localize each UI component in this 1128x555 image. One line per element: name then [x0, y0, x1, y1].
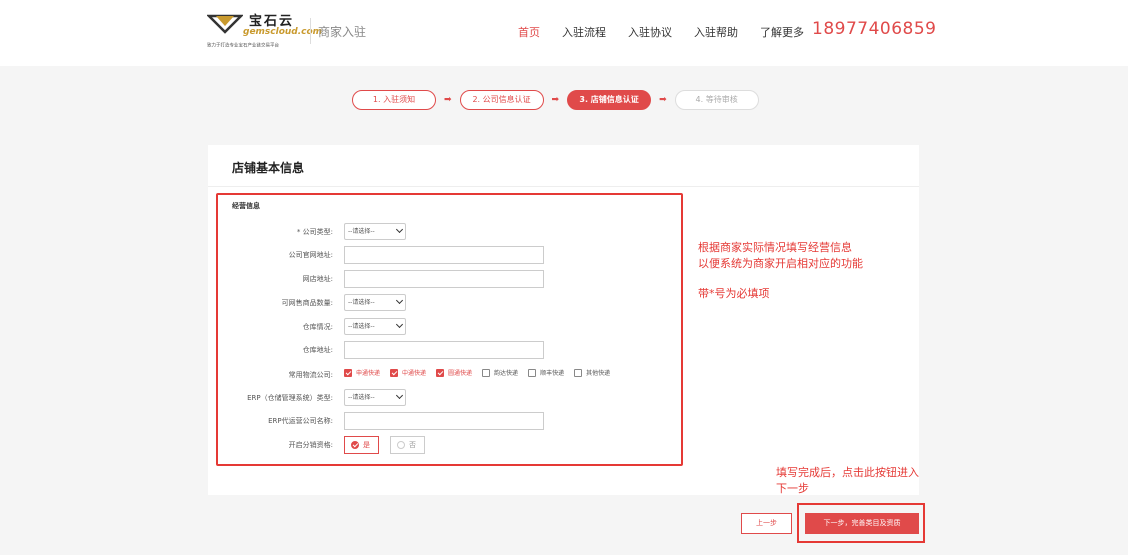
form-row-distribution: 开启分销资格: 是 否 [216, 436, 683, 454]
warehouse-address-label: 仓库地址: [302, 346, 333, 354]
logistics-label: 常用物流公司: [288, 371, 333, 379]
chevron-down-icon [395, 391, 404, 400]
annotation-line: 填写完成后，点击此按钮进入 [776, 466, 919, 479]
header-subtitle: 商家入驻 [318, 25, 367, 39]
checkbox-checked-icon [436, 368, 445, 377]
checkbox-checked-icon [344, 368, 352, 377]
erp-company-input[interactable] [344, 412, 544, 430]
company-type-select[interactable]: --请选择-- [344, 223, 406, 240]
contact-phone: 18977406859 [812, 19, 937, 39]
site-logo[interactable]: 宝石云 gemscloud.com 致力于打造专业宝石产业链交易平台 [207, 10, 322, 54]
annotation-line: 下一步 [776, 482, 809, 495]
goods-count-select[interactable]: --请选择-- [344, 294, 406, 311]
checkbox-label: 韵达快递 [494, 370, 519, 377]
distribution-label: 开启分销资格: [288, 441, 333, 449]
step-4: 4. 等待审核 [674, 90, 759, 110]
nav-process[interactable]: 入驻流程 [562, 24, 606, 40]
erp-type-select[interactable]: --请选择-- [344, 389, 406, 406]
annotation-line: 以便系统为商家开启相对应的功能 [698, 257, 863, 270]
step-2: 2. 公司信息认证 [459, 90, 544, 110]
checkbox-yto[interactable]: 圆通快递 [436, 368, 472, 377]
form-row-company-type: * 公司类型: --请选择-- [216, 223, 683, 241]
chevron-down-icon [395, 225, 404, 234]
progress-steps: 1. 入驻须知 ➡ 2. 公司信息认证 ➡ 3. 店铺信息认证 ➡ 4. 等待审… [352, 90, 759, 110]
form-row-logistics: 常用物流公司: 申通快递 中通快递 圆通快递 韵达快递 顺丰快递 其他快递 [216, 366, 683, 384]
section-label: 经营信息 [232, 202, 260, 210]
checkbox-sf[interactable]: 顺丰快递 [528, 368, 564, 377]
site-header: 宝石云 gemscloud.com 致力于打造专业宝石产业链交易平台 商家入驻 … [0, 0, 1128, 66]
annotation-required: 带*号为必填项 [698, 287, 770, 300]
logistics-checkboxes: 申通快递 中通快递 圆通快递 韵达快递 顺丰快递 其他快递 [344, 368, 620, 377]
form-row-erp-company: ERP代运营公司名称: [216, 412, 683, 430]
distribution-no-radio[interactable]: 否 [390, 436, 425, 454]
company-type-label: * 公司类型: [296, 228, 333, 236]
header-divider [310, 18, 311, 44]
step-arrow-icon: ➡ [551, 95, 560, 105]
checkbox-label: 顺丰快递 [540, 370, 565, 377]
chevron-down-icon [395, 296, 404, 305]
select-value: --请选择-- [348, 394, 375, 401]
form-row-shop: 网店地址: [216, 270, 683, 288]
step-arrow-icon: ➡ [444, 95, 452, 105]
step-1: 1. 入驻须知 [352, 90, 436, 110]
website-label: 公司官网地址: [288, 251, 333, 259]
checkbox-label: 其他快递 [586, 370, 611, 377]
form-row-warehouse: 仓库情况: --请选择-- [216, 318, 683, 336]
distribution-yes-radio[interactable]: 是 [344, 436, 379, 454]
radio-label: 是 [363, 441, 370, 449]
next-step-button[interactable]: 下一步，完善类目及资质 [805, 513, 919, 534]
annotation-fill-info: 根据商家实际情况填写经营信息 以便系统为商家开启相对应的功能 [698, 240, 863, 272]
chevron-down-icon [395, 320, 404, 329]
form-row-goods-count: 可网售商品数量: --请选择-- [216, 294, 683, 312]
main-nav: 首页 入驻流程 入驻协议 入驻帮助 了解更多 [518, 24, 826, 40]
form-row-warehouse-address: 仓库地址: [216, 341, 683, 359]
checkbox-label: 中通快递 [402, 370, 427, 377]
shop-address-label: 网店地址: [302, 275, 333, 283]
radio-label: 否 [409, 441, 416, 449]
step-arrow-icon: ➡ [659, 95, 667, 105]
checkbox-checked-icon [390, 368, 399, 377]
select-value: --请选择-- [348, 323, 375, 330]
annotation-line: 根据商家实际情况填写经营信息 [698, 241, 852, 254]
warehouse-label: 仓库情况: [302, 323, 333, 331]
checkbox-label: 申通快递 [356, 370, 381, 377]
checkbox-label: 圆通快递 [448, 370, 473, 377]
select-value: --请选择-- [348, 228, 375, 235]
radio-checked-icon [351, 441, 359, 449]
shop-address-input[interactable] [344, 270, 544, 288]
website-input[interactable] [344, 246, 544, 264]
radio-empty-icon [397, 441, 405, 449]
erp-type-label: ERP（仓储管理系统）类型: [247, 394, 333, 402]
checkbox-sto[interactable]: 申通快递 [344, 368, 380, 377]
gem-logo-icon [207, 14, 243, 34]
logo-slogan: 致力于打造专业宝石产业链交易平台 [207, 42, 280, 49]
step-3: 3. 店铺信息认证 [567, 90, 652, 110]
nav-home[interactable]: 首页 [518, 24, 540, 40]
nav-more[interactable]: 了解更多 [760, 24, 804, 40]
warehouse-address-input[interactable] [344, 341, 544, 359]
prev-step-button[interactable]: 上一步 [741, 513, 792, 534]
select-value: --请选择-- [348, 299, 375, 306]
checkbox-zto[interactable]: 中通快递 [390, 368, 426, 377]
checkbox-empty-icon [528, 368, 537, 377]
panel-divider [208, 186, 919, 187]
nav-help[interactable]: 入驻帮助 [694, 24, 738, 40]
erp-company-label: ERP代运营公司名称: [268, 417, 333, 425]
panel-title: 店铺基本信息 [232, 161, 305, 175]
goods-count-label: 可网售商品数量: [281, 299, 333, 307]
form-row-website: 公司官网地址: [216, 246, 683, 264]
checkbox-empty-icon [574, 368, 583, 377]
checkbox-empty-icon [482, 368, 491, 377]
checkbox-yunda[interactable]: 韵达快递 [482, 368, 518, 377]
nav-agreement[interactable]: 入驻协议 [628, 24, 672, 40]
form-row-erp-type: ERP（仓储管理系统）类型: --请选择-- [216, 389, 683, 407]
warehouse-select[interactable]: --请选择-- [344, 318, 406, 335]
checkbox-other[interactable]: 其他快递 [574, 368, 610, 377]
annotation-next-step: 填写完成后，点击此按钮进入 下一步 [776, 465, 919, 497]
